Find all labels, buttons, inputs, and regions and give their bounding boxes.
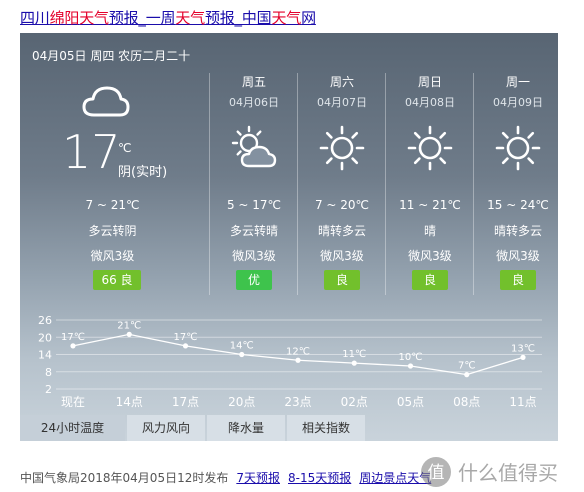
temperature-point <box>295 357 301 363</box>
temperature-point-label: 17℃ <box>174 332 198 343</box>
forecast-wind: 微风3级 <box>408 249 452 263</box>
sun-icon <box>407 125 453 171</box>
forecast-temperature-range: 5 ~ 17℃ <box>226 198 282 212</box>
link-7-day-forecast[interactable]: 7天预报 <box>236 471 280 485</box>
sun-icon <box>319 125 365 171</box>
x-tick-label: 23点 <box>284 395 311 409</box>
forecast-aqi-badge[interactable]: 良 <box>412 270 448 290</box>
title-part: 网 <box>301 9 316 27</box>
x-tick-label: 20点 <box>228 395 255 409</box>
forecast-aqi-badge[interactable]: 良 <box>500 270 536 290</box>
temperature-point-label: 10℃ <box>399 352 423 363</box>
title-part: 四川 <box>20 9 50 27</box>
y-tick-label: 8 <box>45 366 52 379</box>
today-current-weather: 阴(实时) <box>118 165 168 180</box>
forecast-wind: 微风3级 <box>496 249 540 263</box>
forecast-weekday: 周一 <box>505 75 530 89</box>
forecast-condition: 晴转多云 <box>317 224 366 238</box>
sun-icon <box>495 125 541 171</box>
forecast-aqi-badge[interactable]: 优 <box>236 270 272 290</box>
y-tick-label: 2 <box>45 383 52 396</box>
forecast-date: 04月07日 <box>317 96 367 109</box>
forecast-condition: 晴转多云 <box>493 224 542 238</box>
forecast-wind: 微风3级 <box>232 249 276 263</box>
temperature-point-label: 21℃ <box>117 320 141 331</box>
today-wind: 微风3级 <box>90 249 135 263</box>
today-condition: 多云转阴 <box>88 224 137 238</box>
temperature-point-label: 14℃ <box>230 341 254 352</box>
cloud-icon <box>82 86 130 117</box>
y-tick-label: 14 <box>38 349 52 362</box>
today-temperature-range: 7 ~ 21℃ <box>85 198 140 212</box>
x-tick-label: 05点 <box>397 395 424 409</box>
title-part: 预报_中国 <box>204 9 272 27</box>
forecast-condition: 多云转晴 <box>229 224 278 238</box>
today-temperature: 17 <box>62 125 121 179</box>
temperature-point <box>520 354 526 360</box>
temperature-point-label: 12℃ <box>286 346 310 357</box>
publish-info: 中国气象局2018年04月05日12时发布 <box>20 471 229 485</box>
sun-cloud-icon <box>231 125 277 168</box>
watermark-text: 什么值得买 <box>458 461 558 485</box>
temperature-point <box>464 372 470 378</box>
forecast-wind: 微风3级 <box>320 249 364 263</box>
x-tick-label: 现在 <box>61 395 85 409</box>
tab-wind[interactable]: 风力风向 <box>127 415 205 441</box>
forecast-day: 周六 04月07日 7 ~ 20℃ 晴转多云 微风3级 良 <box>298 73 386 295</box>
title-part-highlight: 天气 <box>175 9 205 27</box>
title-part-highlight: 天气 <box>271 9 302 27</box>
temperature-point <box>70 343 76 349</box>
watermark-logo: 值 什么值得买 <box>421 457 558 487</box>
forecast-weekday: 周日 <box>417 75 442 89</box>
forecast-temperature-range: 7 ~ 20℃ <box>314 198 370 212</box>
watermark-char: 值 <box>428 463 445 483</box>
link-8-15-day-forecast[interactable]: 8-15天预报 <box>288 471 351 485</box>
title-part: 预报_一周 <box>108 9 176 27</box>
forecast-day: 周日 04月08日 11 ~ 21℃ 晴 微风3级 良 <box>386 73 474 295</box>
title-part-highlight: 绵阳 <box>49 9 80 27</box>
temperature-point-label: 13℃ <box>511 343 535 354</box>
temperature-point <box>126 331 132 337</box>
forecast-day: 周一 04月09日 15 ~ 24℃ 晴转多云 微风3级 良 <box>474 73 562 295</box>
temperature-point-label: 7℃ <box>458 361 476 372</box>
x-tick-label: 14点 <box>116 395 143 409</box>
forecast-date: 04月08日 <box>405 96 455 109</box>
forecast-date: 04月06日 <box>229 96 279 109</box>
today-panel: 17 ℃ 阴(实时) 7 ~ 21℃ 多云转阴 微风3级 66 良 <box>20 33 205 295</box>
temperature-point <box>407 363 414 369</box>
footer: 中国气象局2018年04月05日12时发布 7天预报 8-15天预报 周边景点天气 <box>20 469 431 486</box>
tab-24h-temperature[interactable]: 24小时温度 <box>20 415 125 441</box>
tab-precipitation[interactable]: 降水量 <box>207 415 285 441</box>
page-title-link[interactable]: 四川绵阳天气预报_一周天气预报_中国天气网 <box>20 7 316 28</box>
y-tick-label: 20 <box>38 331 52 344</box>
title-part-highlight: 天气 <box>79 9 109 27</box>
forecast-temperature-range: 15 ~ 24℃ <box>487 198 549 212</box>
forecast-date: 04月09日 <box>493 96 543 109</box>
x-tick-label: 11点 <box>509 395 536 409</box>
temperature-point <box>182 343 189 349</box>
forecast-weekday: 周六 <box>329 75 354 89</box>
today-temperature-unit: ℃ <box>118 141 132 155</box>
x-tick-label: 17点 <box>172 395 199 409</box>
temperature-point <box>239 351 245 358</box>
forecast-temperature-range: 11 ~ 21℃ <box>399 198 461 212</box>
temperature-point <box>351 360 357 366</box>
today-aqi-badge[interactable]: 66 良 <box>93 270 141 290</box>
x-tick-label: 08点 <box>453 395 480 409</box>
x-tick-label: 02点 <box>341 395 368 409</box>
weather-card: 04月05日 周四 农历二月二十 17 ℃ 阴(实时) 7 ~ 21℃ 多云转阴… <box>20 33 558 441</box>
temperature-point-label: 11℃ <box>342 349 366 360</box>
hourly-temperature-chart: 26 20 14 8 2 17℃ 现在 21℃ 14点 17℃ 17点 14℃ 20点 12℃ 23点 11℃… <box>38 314 542 409</box>
forecast-weekday: 周五 <box>241 75 266 89</box>
y-tick-label: 26 <box>38 314 52 327</box>
forecast-aqi-badge[interactable]: 良 <box>324 270 360 290</box>
tab-indices[interactable]: 相关指数 <box>287 415 365 441</box>
forecast-condition: 晴 <box>423 224 436 238</box>
temperature-point-label: 17℃ <box>61 332 85 343</box>
forecast-day: 周五 04月06日 5 ~ 17℃ 多云转晴 微风3级 优 <box>210 73 298 295</box>
